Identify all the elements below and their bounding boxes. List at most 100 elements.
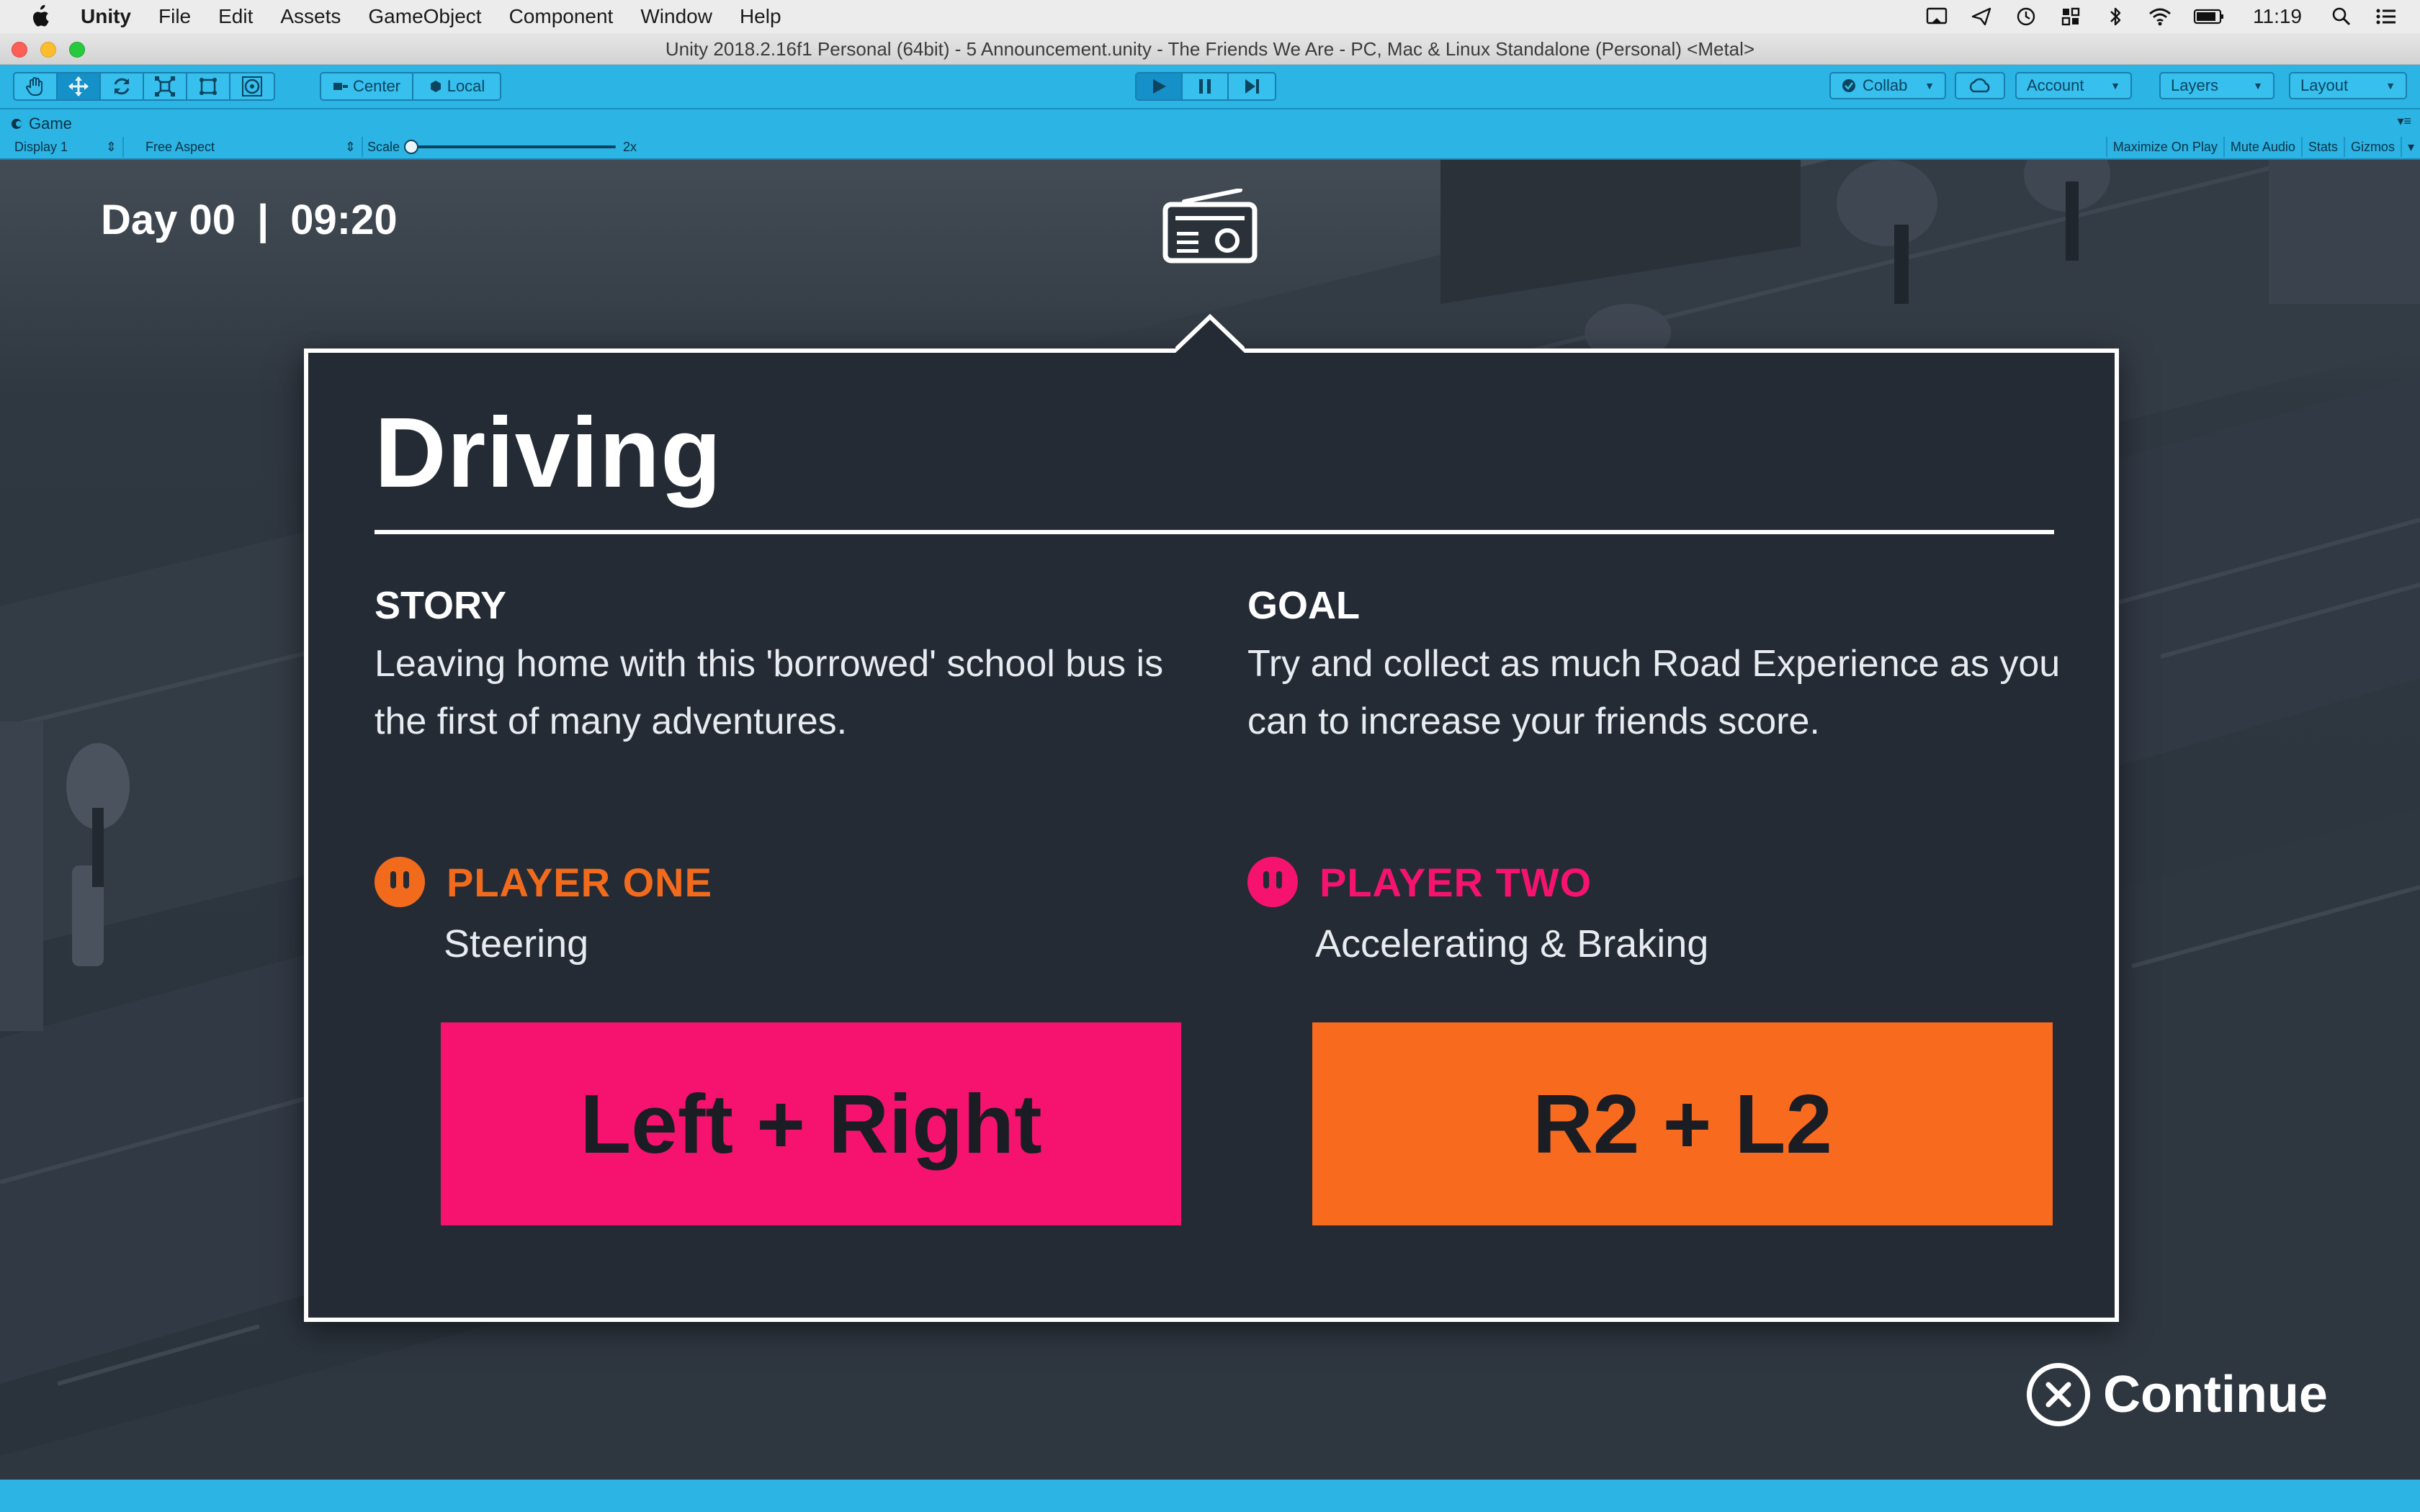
step-button[interactable] [1229,73,1275,99]
rect-tool-button[interactable] [187,73,230,99]
window-title-bar: Unity 2018.2.16f1 Personal (64bit) - 5 A… [0,33,2420,65]
menu-gameobject[interactable]: GameObject [368,5,481,28]
scale-control: Scale 2x [367,137,637,157]
hand-tool-button[interactable] [14,73,58,99]
menu-window[interactable]: Window [640,5,712,28]
aspect-select-value: Free Aspect [145,139,215,154]
hud-separator: | [257,197,269,243]
hand-icon [26,77,42,96]
player-one-keys: Left + Right [441,1022,1181,1225]
game-view-header: Display 1 ⇕ Free Aspect ⇕ Scale 2x Maxim… [0,135,2420,160]
rotate-icon [114,78,130,95]
goal-text: Try and collect as much Road Experience … [1247,643,2061,742]
player-two-name: PLAYER TWO [1319,859,1592,905]
notification-center-icon[interactable] [2374,6,2398,27]
menu-assets[interactable]: Assets [280,5,341,28]
updown-icon: ⇕ [344,139,356,154]
menu-file[interactable]: File [158,5,191,28]
chevron-down-icon[interactable]: ▾ [2400,137,2420,157]
pause-button[interactable] [1183,73,1229,99]
gizmos-toggle[interactable]: Gizmos [2343,137,2401,157]
battery-icon[interactable] [2192,6,2226,27]
hud-day-time: Day 00 | 09:20 [101,196,398,244]
bluetooth-icon[interactable] [2103,6,2128,27]
step-icon [1245,79,1259,94]
pivot-center-toggle[interactable]: Center [321,73,413,99]
mute-audio-toggle[interactable]: Mute Audio [2223,137,2301,157]
chevron-down-icon: ▼ [2110,80,2120,91]
dialog-pointer [1175,314,1245,353]
spotlight-search-icon[interactable] [2329,6,2354,27]
display-select-value: Display 1 [14,139,68,154]
display-select[interactable]: Display 1 ⇕ [0,137,124,157]
pivot-toggles: Center Local [320,72,501,101]
pivot-icon [333,83,348,90]
game-view-toggles: Maximize On Play Mute Audio Stats Gizmos… [2105,137,2420,157]
grid-icon[interactable] [2058,6,2083,27]
cast-icon[interactable] [1924,6,1949,27]
play-button[interactable] [1137,73,1183,99]
player-two-action: Accelerating & Braking [1315,922,1709,966]
pivot-center-label: Center [352,77,401,95]
panel-menu-icon[interactable]: ▾≡ [2397,114,2411,129]
game-view-bottom-edge [0,1480,2420,1512]
send-icon[interactable] [1969,6,1994,27]
dialog-title: Driving [375,397,722,508]
layout-dropdown[interactable]: Layout ▼ [2289,72,2407,99]
move-tool-button[interactable] [58,73,101,99]
menu-app-unity[interactable]: Unity [81,5,131,28]
account-dropdown[interactable]: Account ▼ [2015,72,2132,99]
rotate-tool-button[interactable] [101,73,144,99]
layers-dropdown[interactable]: Layers ▼ [2159,72,2275,99]
aspect-select[interactable]: Free Aspect ⇕ [131,137,363,157]
scale-tool-button[interactable] [144,73,187,99]
hud-day: Day 00 [101,197,236,243]
account-label: Account [2027,76,2084,94]
scale-slider[interactable] [404,140,617,154]
story-text: Leaving home with this 'borrowed' school… [375,643,1164,742]
player-two-keys: R2 + L2 [1312,1022,2053,1225]
story-heading: STORY [375,584,507,627]
collab-dropdown[interactable]: Collab ▼ [1829,72,1946,99]
pivot-local-toggle[interactable]: Local [413,73,500,99]
scale-slider-handle[interactable] [404,140,419,154]
scale-icon [155,76,175,96]
hud-time: 09:20 [290,197,398,243]
title-divider [375,530,2054,534]
play-icon [1153,79,1166,94]
chevron-down-icon: ▼ [2253,80,2263,91]
panel-tab-row: Game ▾≡ [0,109,2420,135]
player-two-header: PLAYER TWO [1247,857,1592,907]
unity-window: Unity File Edit Assets GameObject Compon… [0,0,2420,1512]
pivot-local-label: Local [447,77,485,95]
apple-menu-icon[interactable] [29,4,50,29]
menu-component[interactable]: Component [509,5,614,28]
rect-tool-icon [200,78,217,95]
menu-bar-status-area: 11:19 [1924,0,2398,33]
layers-label: Layers [2171,76,2219,94]
tab-game[interactable]: Game [10,112,72,135]
menu-bar-clock[interactable]: 11:19 [2253,5,2302,28]
unity-toolbar: Center Local Collab ▼ Account ▼ Layers ▼… [0,65,2420,109]
transform-tool-button[interactable] [230,73,274,99]
move-arrows-icon [68,76,89,96]
menu-help[interactable]: Help [740,5,781,28]
tab-game-label: Game [29,114,72,132]
scale-value: 2x [623,139,637,154]
continue-label: Continue [2103,1366,2328,1423]
updown-icon: ⇕ [105,139,117,154]
transform-icon [242,76,262,96]
cloud-services-button[interactable] [1955,72,2005,99]
cloud-icon [1969,78,1990,93]
stats-toggle[interactable]: Stats [2300,137,2344,157]
macos-menu-bar: Unity File Edit Assets GameObject Compon… [0,0,2420,33]
maximize-on-play-toggle[interactable]: Maximize On Play [2105,137,2223,157]
radio-icon [1162,189,1258,264]
check-circle-icon [1842,79,1855,92]
continue-button[interactable]: Continue [2027,1361,2328,1428]
player-one-name: PLAYER ONE [447,859,712,905]
close-circle-icon [2027,1363,2090,1426]
time-machine-icon[interactable] [2014,6,2038,27]
menu-edit[interactable]: Edit [218,5,253,28]
wifi-icon[interactable] [2148,6,2172,27]
